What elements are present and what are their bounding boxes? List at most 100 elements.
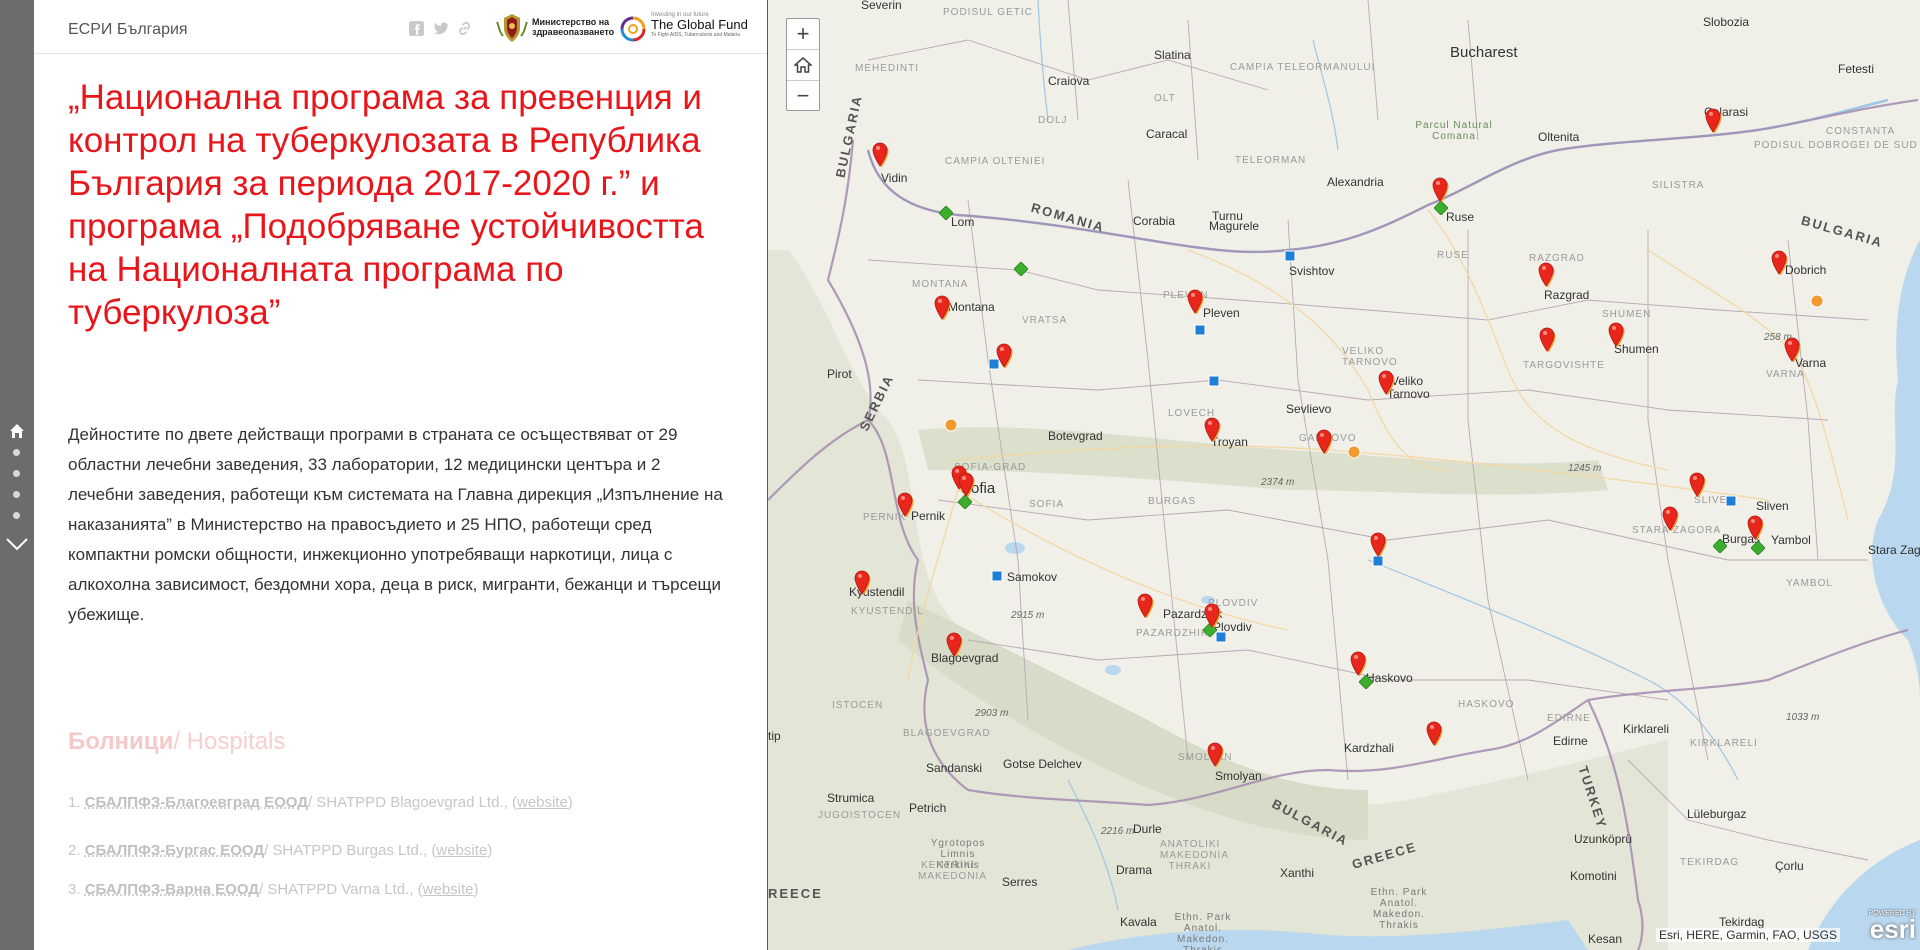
map-label: Alexandria: [1327, 175, 1384, 189]
map-attribution: Esri, HERE, Garmin, FAO, USGS: [1655, 928, 1840, 942]
hospital-pin-marker[interactable]: [1203, 602, 1221, 628]
hospital-name-bg[interactable]: СБАЛПФЗ-Благоевград ЕООД: [85, 794, 308, 811]
map-label: Ethn. Park Anatol. Makedon. Thrakis: [1370, 887, 1428, 931]
map-label: Kesan: [1588, 932, 1623, 946]
map-label: Lüleburgaz: [1687, 807, 1747, 821]
hospital-pin-marker[interactable]: [1661, 505, 1679, 531]
hospital-pin-marker[interactable]: [1186, 288, 1204, 314]
hospital-pin-marker[interactable]: [1688, 471, 1706, 497]
hospital-pin-marker[interactable]: [1206, 741, 1224, 767]
hospital-pin-marker[interactable]: [933, 294, 951, 320]
brand-name[interactable]: ЕСРИ България: [68, 21, 188, 39]
clinic-marker[interactable]: [1751, 541, 1765, 555]
hospital-website-link[interactable]: website: [517, 794, 568, 811]
hospital-pin-marker[interactable]: [1425, 720, 1443, 746]
hospital-item-1: 1. СБАЛПФЗ-Благоевград ЕООД/ SHATPPD Bla…: [68, 794, 573, 811]
hospital-name-bg[interactable]: СБАЛПФЗ-Бургас ЕООД: [85, 842, 264, 859]
home-icon[interactable]: [9, 423, 25, 439]
clinic-marker[interactable]: [1014, 262, 1028, 276]
map-label: EDIRNE: [1547, 713, 1591, 724]
map-label: Serres: [1002, 875, 1038, 889]
map-label: Oltenita: [1538, 130, 1580, 144]
hospital-pin-marker[interactable]: [896, 491, 914, 517]
hospital-pin-marker[interactable]: [945, 631, 963, 657]
map-label: Blagoevgrad: [931, 651, 999, 665]
hospital-website-link[interactable]: website: [423, 881, 474, 898]
hospital-pin-marker[interactable]: [1136, 592, 1154, 618]
laboratory-marker[interactable]: [1284, 250, 1296, 262]
hospital-pin-marker[interactable]: [1203, 416, 1221, 442]
hospital-pin-marker[interactable]: [1431, 176, 1449, 202]
zoom-in-button[interactable]: +: [787, 19, 819, 50]
ngo-marker[interactable]: [1810, 294, 1824, 308]
hospital-pin-marker[interactable]: [1538, 326, 1556, 352]
hospital-name-en: / SHATPPD Blagoevgrad Ltd., (: [307, 794, 517, 811]
hospital-pin-marker[interactable]: [1704, 107, 1722, 133]
zoom-controls: + −: [786, 18, 820, 111]
laboratory-marker[interactable]: [1208, 375, 1220, 387]
hospital-pin-marker[interactable]: [1607, 321, 1625, 347]
chevron-down-icon[interactable]: [5, 536, 29, 552]
map-label: Pleven: [1203, 306, 1240, 320]
global-fund-sub: To Fight AIDS, Tuberculosis and Malaria: [651, 32, 740, 38]
map-label: Magurele: [1209, 219, 1260, 233]
hospital-pin-marker[interactable]: [1783, 336, 1801, 362]
map-label: SHUMEN: [1602, 309, 1652, 320]
clinic-marker[interactable]: [1434, 201, 1448, 215]
map-label: CONSTANTA: [1826, 126, 1896, 137]
nav-dot-2[interactable]: [13, 470, 20, 477]
map-label: ANATOLIKI MAKEDONIA THRAKI: [1160, 839, 1230, 872]
hospital-pin-marker[interactable]: [1377, 369, 1395, 395]
zoom-out-button[interactable]: −: [787, 81, 819, 111]
ngo-marker[interactable]: [944, 418, 958, 432]
map-label: MEHEDINTI: [855, 63, 919, 74]
clinic-marker[interactable]: [1359, 675, 1373, 689]
twitter-icon[interactable]: [432, 20, 449, 37]
facebook-icon[interactable]: [408, 20, 425, 37]
hospital-name-bg[interactable]: СБАЛПФЗ-Варна ЕООД: [85, 881, 259, 898]
map-label: BURGAS: [1148, 496, 1197, 507]
map-label: Svishtov: [1289, 264, 1335, 278]
ngo-marker[interactable]: [1347, 445, 1361, 459]
hospital-pin-marker[interactable]: [1349, 650, 1367, 676]
hospital-pin-marker[interactable]: [871, 141, 889, 167]
hospitals-heading-bg: Болници: [68, 728, 174, 755]
hospital-pin-marker[interactable]: [1746, 514, 1764, 540]
map-label: Komotini: [1570, 869, 1617, 883]
nav-dot-3[interactable]: [13, 491, 20, 498]
map-label: Sliven: [1756, 499, 1789, 513]
hospital-pin-marker[interactable]: [1770, 249, 1788, 275]
map-label: Lom: [951, 215, 975, 229]
map-view[interactable]: + − Bucharest Severin Slatina Craiova Ca…: [768, 0, 1920, 950]
hospital-name-en: / SHATPPD Burgas Ltd., (: [264, 842, 437, 859]
map-label: KYUSTENDIL: [851, 606, 924, 617]
map-label: PAZARDZHIK: [1136, 628, 1209, 639]
hospital-pin-marker[interactable]: [957, 471, 975, 497]
laboratory-marker[interactable]: [1725, 495, 1737, 507]
home-extent-button[interactable]: [787, 50, 819, 81]
nav-dot-4[interactable]: [13, 512, 20, 519]
laboratory-marker[interactable]: [1215, 631, 1227, 643]
map-label: 2915 m: [1011, 610, 1045, 621]
esri-logo[interactable]: POWERED BY esri: [1848, 910, 1916, 944]
map-label: YAMBOL: [1786, 578, 1833, 589]
hospital-pin-marker[interactable]: [1369, 531, 1387, 557]
map-label: Durle: [1133, 822, 1162, 836]
map-label: TELEORMAN: [1235, 155, 1307, 166]
hospital-pin-marker[interactable]: [995, 342, 1013, 368]
hospital-pin-marker[interactable]: [1315, 428, 1333, 454]
map-label: Ruse: [1446, 210, 1475, 224]
laboratory-marker[interactable]: [1194, 324, 1206, 336]
laboratory-marker[interactable]: [991, 570, 1003, 582]
clinic-marker[interactable]: [958, 495, 972, 509]
map-label: VRATSA: [1022, 315, 1068, 326]
map-label: Petrich: [909, 801, 947, 815]
hospital-pin-marker[interactable]: [853, 569, 871, 595]
hospital-pin-marker[interactable]: [1537, 261, 1555, 287]
clinic-marker[interactable]: [1713, 539, 1727, 553]
map-label: Uzunköprü: [1574, 832, 1633, 846]
hospital-website-link[interactable]: website: [436, 842, 487, 859]
nav-dot-1[interactable]: [13, 449, 20, 456]
link-icon[interactable]: [456, 20, 473, 37]
clinic-marker[interactable]: [939, 206, 953, 220]
